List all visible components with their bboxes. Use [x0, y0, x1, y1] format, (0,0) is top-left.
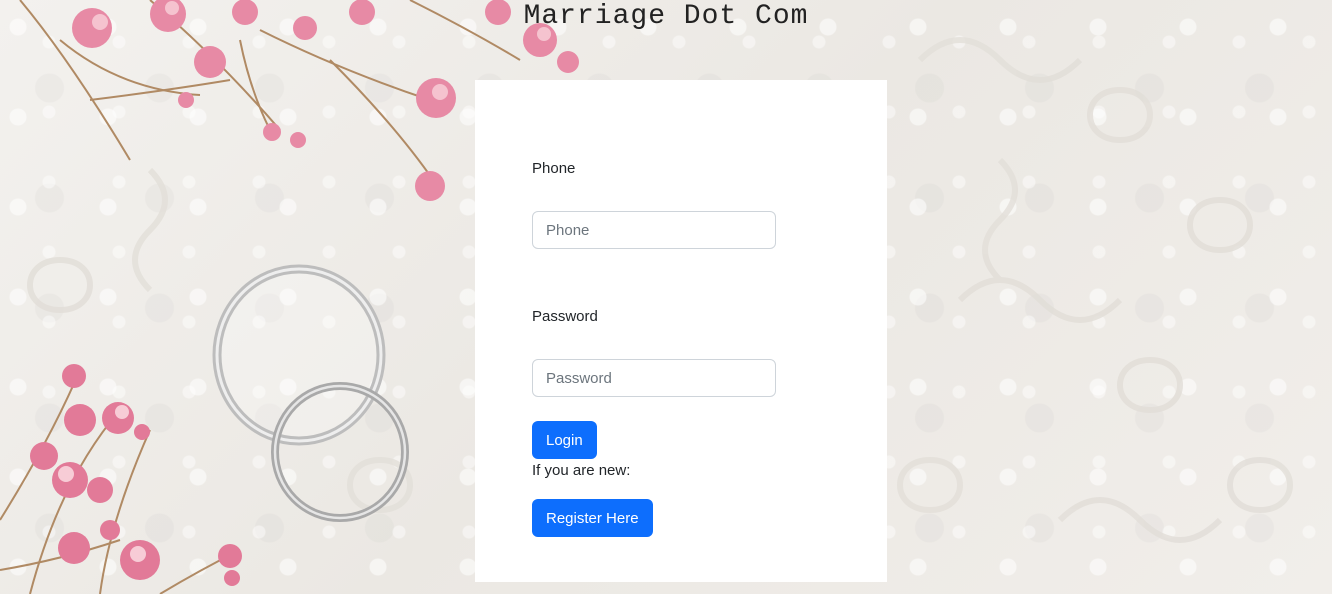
new-user-text: If you are new: [532, 462, 631, 479]
login-button[interactable]: Login [532, 421, 597, 459]
site-title: Marriage Dot Com [523, 1, 809, 32]
flower-sprig-icon [0, 364, 242, 594]
password-label: Password [532, 308, 598, 325]
wedding-rings-icon [212, 264, 409, 522]
register-button[interactable]: Register Here [532, 499, 653, 537]
phone-label: Phone [532, 160, 576, 177]
password-input[interactable] [532, 359, 776, 397]
phone-input[interactable] [532, 211, 776, 249]
login-card: Phone Password Login If you are new: Reg… [475, 80, 887, 582]
